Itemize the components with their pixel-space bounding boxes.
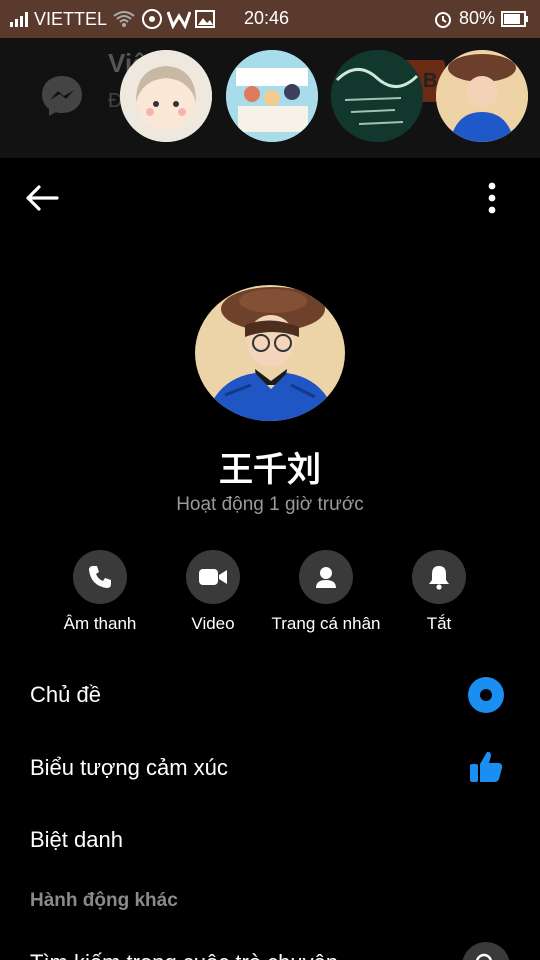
search-row-clip: Tìm kiếm trong cuộc trò chuyện [0, 940, 540, 960]
theme-indicator[interactable] [468, 677, 504, 713]
profile-avatar[interactable] [195, 285, 345, 421]
back-button[interactable] [18, 178, 66, 218]
mute-circle[interactable] [412, 550, 466, 604]
battery-icon [501, 10, 529, 27]
wifi-icon [113, 11, 135, 27]
signal-icon [10, 12, 28, 27]
view-profile-circle[interactable] [299, 550, 353, 604]
w-app-icon [167, 11, 192, 29]
battery-percent: 80% [459, 8, 496, 28]
status-bar: VIETTEL 20:46 80% [0, 0, 540, 38]
video-call-circle[interactable] [186, 550, 240, 604]
clock-time: 20:46 [244, 8, 290, 28]
messenger-icon [42, 76, 82, 116]
chat-head-4-image [436, 50, 528, 142]
chat-head-4[interactable] [436, 50, 528, 142]
mute-label: Tắt [426, 614, 452, 633]
theme-dot-icon [480, 689, 492, 701]
search-row-label[interactable]: Tìm kiếm trong cuộc trò chuyện [30, 950, 338, 960]
bell-icon [429, 566, 449, 590]
active-status: Hoạt động 1 giờ trước [176, 494, 364, 515]
phone-icon [89, 566, 111, 588]
audio-call-circle[interactable] [73, 550, 127, 604]
chat-head-2-image [226, 50, 318, 142]
chat-head-2[interactable] [226, 50, 318, 142]
emoji-label: Biểu tượng cảm xúc [30, 755, 228, 780]
more-vert-icon [488, 182, 496, 214]
bg-chat-badge-label: B [423, 70, 438, 92]
chat-head-1-image [120, 50, 212, 142]
emoji-row[interactable]: Biểu tượng cảm xúc [30, 755, 510, 785]
profile-avatar-image [195, 285, 345, 421]
messenger-chat-head[interactable] [16, 50, 108, 142]
carrier-label: VIETTEL [34, 8, 108, 29]
theme-row[interactable]: Chủ đề [30, 682, 510, 712]
theme-label: Chủ đề [30, 682, 101, 707]
video-camera-icon [199, 569, 227, 585]
more-options-button[interactable] [474, 178, 510, 218]
app-notification-icon [142, 9, 163, 29]
person-icon [316, 567, 336, 588]
back-arrow-icon [26, 185, 59, 211]
chat-head-1[interactable] [120, 50, 212, 142]
nickname-label: Biệt danh [30, 827, 123, 852]
more-actions-heading: Hành động khác [30, 890, 178, 911]
mute-button[interactable]: Tắt [369, 550, 509, 634]
chat-head-3[interactable] [331, 50, 423, 142]
gallery-icon [195, 10, 216, 28]
nickname-row[interactable]: Biệt danh [30, 827, 510, 857]
thumbs-up-icon[interactable] [468, 749, 504, 785]
search-button[interactable] [462, 942, 510, 960]
profile-name: 王千刘 [219, 451, 321, 489]
alarm-icon [435, 11, 451, 28]
search-icon [475, 953, 493, 960]
chat-head-3-image [331, 50, 423, 142]
